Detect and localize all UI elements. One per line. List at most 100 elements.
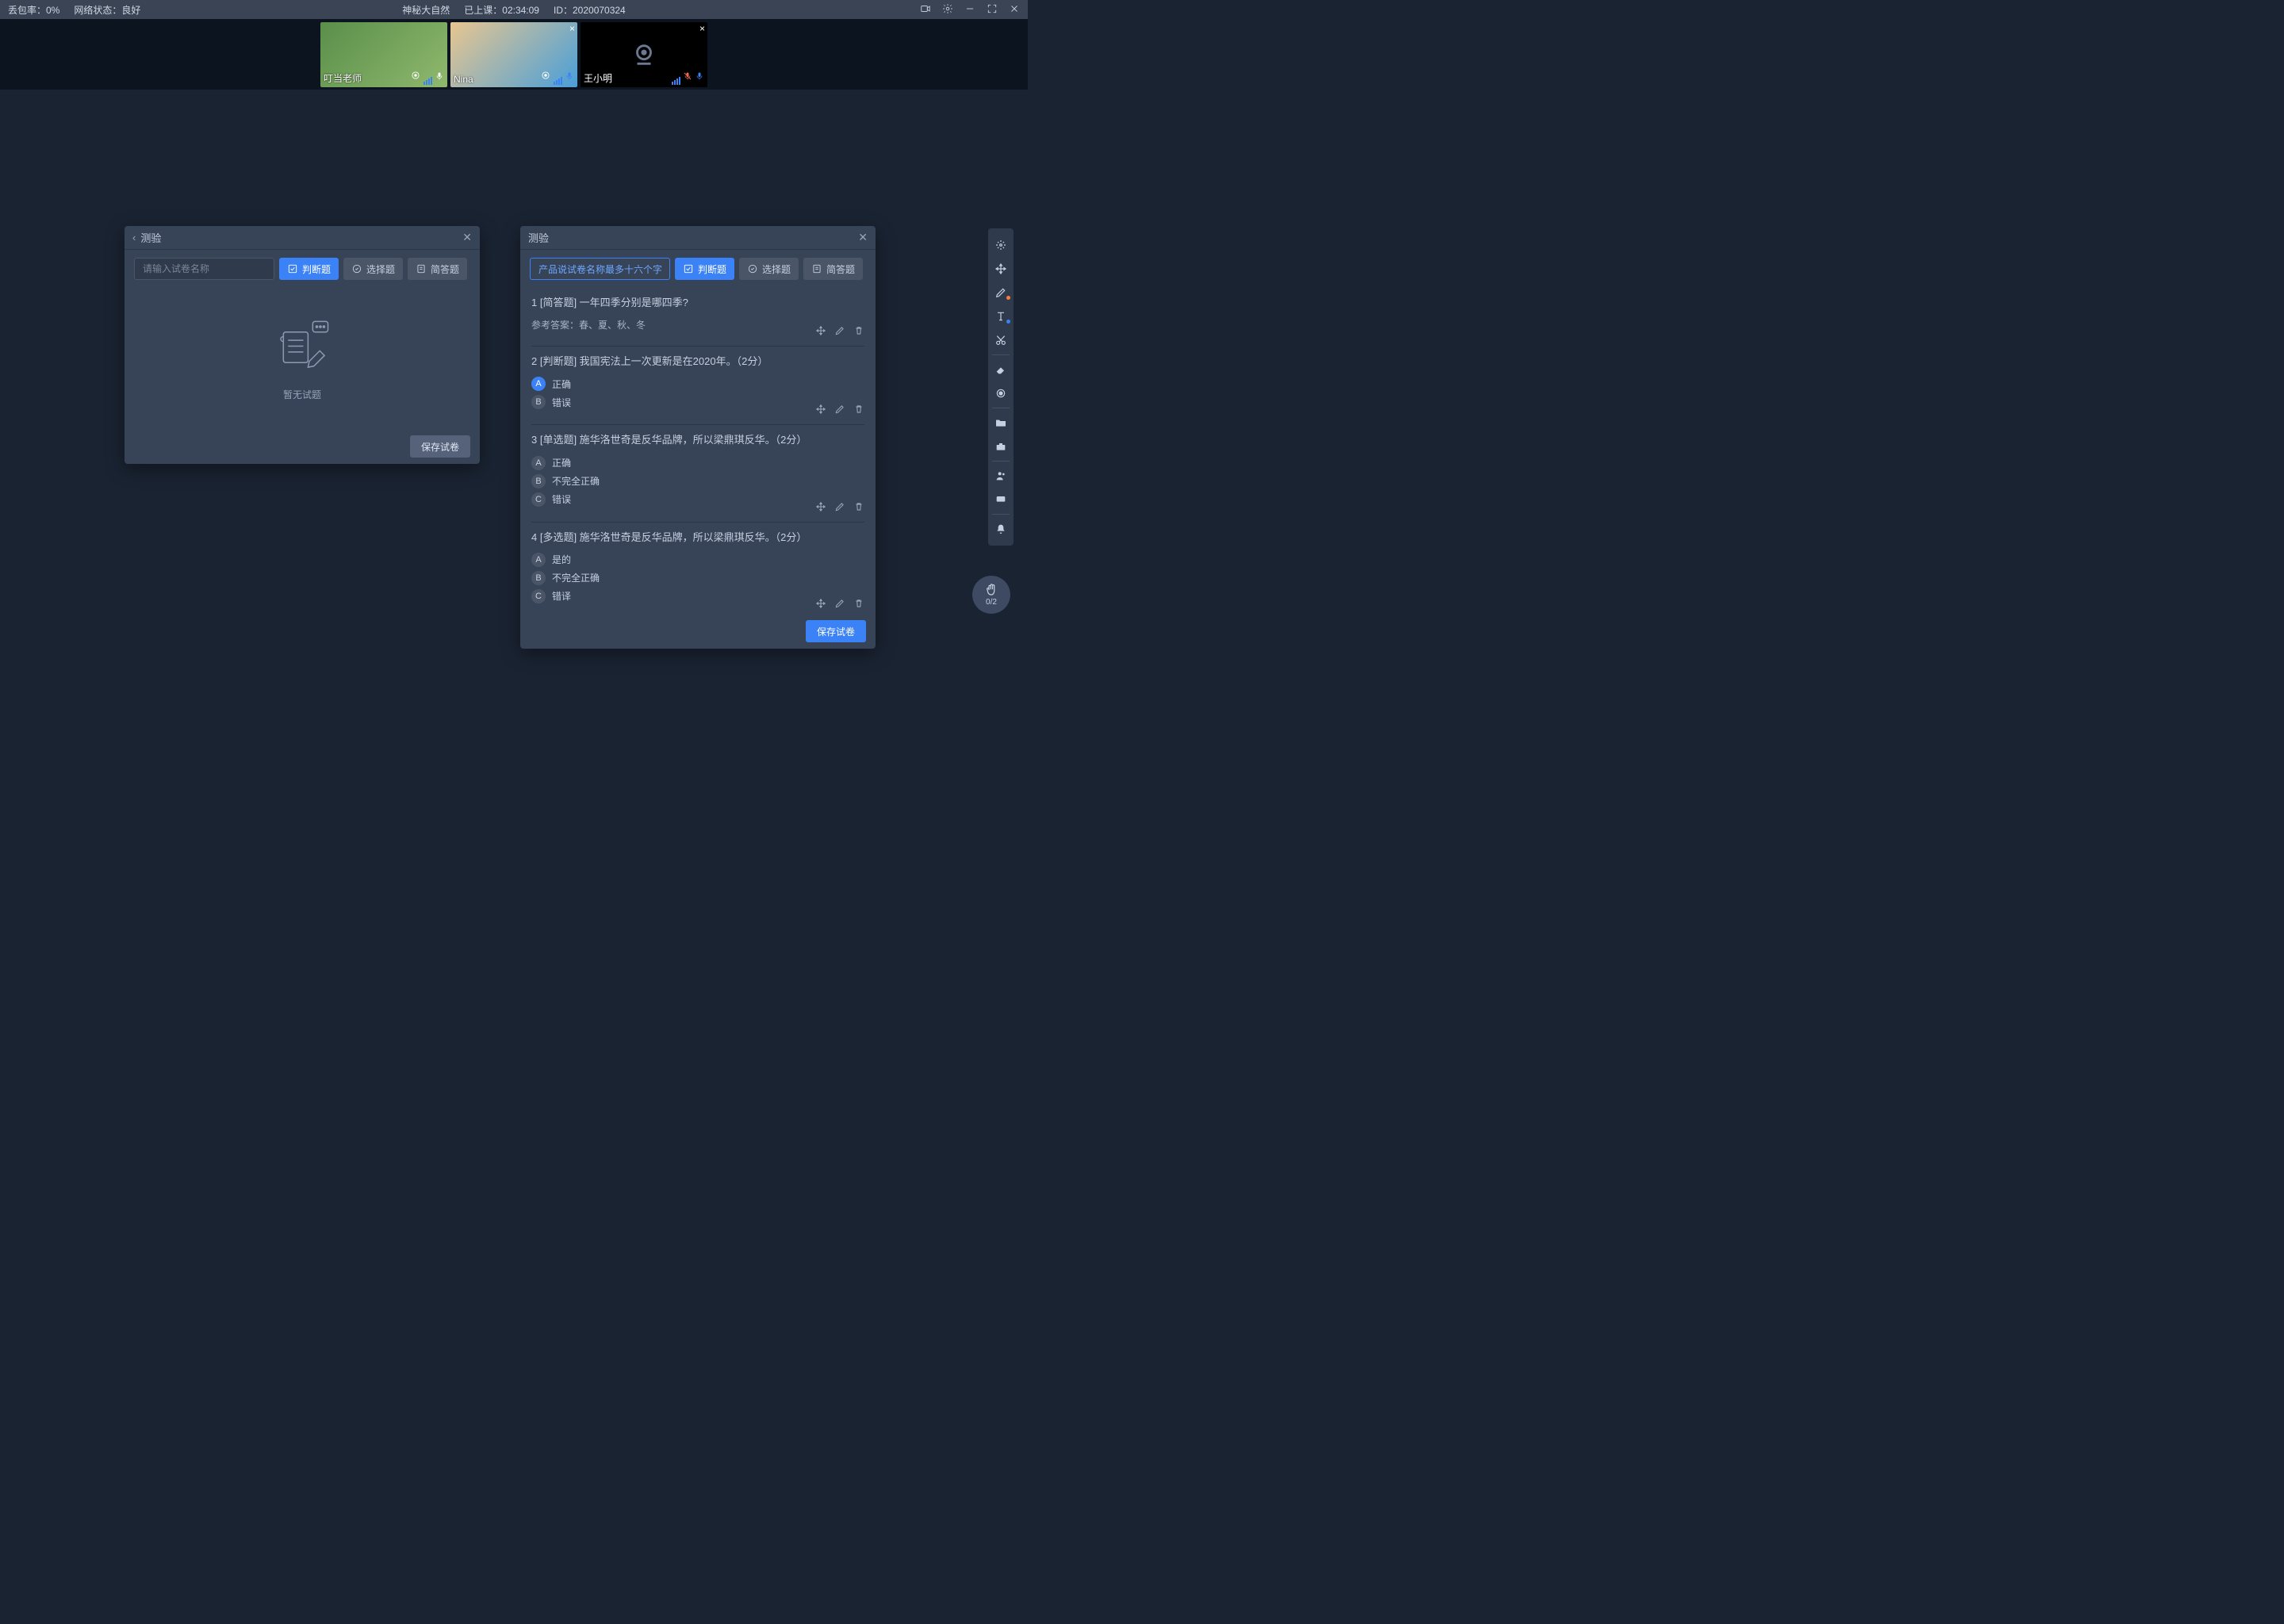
option-row[interactable]: A 正确 <box>531 377 864 391</box>
pointer-tool-icon[interactable] <box>988 233 1014 257</box>
raise-hand-count: 0/2 <box>986 598 997 607</box>
tab-short-button[interactable]: 简答题 <box>803 258 863 280</box>
participant-name: 叮当老师 <box>324 71 362 85</box>
tab-choice-button[interactable]: 选择题 <box>343 258 403 280</box>
close-icon[interactable]: ✕ <box>462 231 472 244</box>
settings-icon[interactable] <box>942 3 953 17</box>
option-row[interactable]: C 错译 <box>531 589 864 603</box>
move-icon[interactable] <box>815 598 826 609</box>
move-icon[interactable] <box>815 404 826 415</box>
edit-icon[interactable] <box>834 404 845 415</box>
question-actions <box>815 404 864 415</box>
class-duration: 已上课：02:34:09 <box>464 3 539 17</box>
option-row[interactable]: A 正确 <box>531 456 864 470</box>
question-item: 4 [多选题] 施华洛世奇是反华品牌，所以梁鼎琪反华。（2分） A 是的 B 不… <box>531 523 864 614</box>
edit-icon[interactable] <box>834 598 845 609</box>
eraser-tool-icon[interactable] <box>988 358 1014 381</box>
network-status-label: 网络状态：良好 <box>74 3 140 17</box>
packet-loss-label: 丢包率：0% <box>8 3 59 17</box>
signal-icon <box>423 77 432 85</box>
option-key: A <box>531 553 546 567</box>
tab-judge-button[interactable]: 判断题 <box>675 258 734 280</box>
close-icon[interactable]: ✕ <box>858 231 868 244</box>
folder-tool-icon[interactable] <box>988 411 1014 435</box>
record-icon[interactable] <box>920 3 931 17</box>
question-list[interactable]: 1 [简答题] 一年四季分别是哪四季? 参考答案：春、夏、秋、冬 2 [判断题]… <box>520 288 876 614</box>
option-key: A <box>531 377 546 391</box>
option-row[interactable]: B 不完全正确 <box>531 474 864 488</box>
quiz-title-input[interactable] <box>530 258 670 280</box>
option-label: 正确 <box>552 456 571 469</box>
save-quiz-button[interactable]: 保存试卷 <box>410 435 470 458</box>
mic-icon <box>435 71 444 85</box>
option-label: 错误 <box>552 396 571 409</box>
users-icon[interactable] <box>988 464 1014 488</box>
chat-icon[interactable] <box>988 488 1014 511</box>
question-actions <box>815 501 864 512</box>
move-tool-icon[interactable] <box>988 257 1014 281</box>
signal-icon <box>672 77 680 85</box>
option-label: 不完全正确 <box>552 474 600 488</box>
panel-title: 测验 <box>528 230 549 245</box>
pen-tool-icon[interactable] <box>988 281 1014 304</box>
quiz-panel-empty: ‹ 测验 ✕ 判断题 选择题 简答题 暂无试题 <box>125 226 480 464</box>
text-tool-icon[interactable] <box>988 304 1014 328</box>
option-key: C <box>531 492 546 507</box>
mic-icon <box>565 71 574 85</box>
tab-choice-button[interactable]: 选择题 <box>739 258 799 280</box>
video-tile-student[interactable]: × 王小明 <box>581 22 707 87</box>
toolbox-icon[interactable] <box>988 435 1014 458</box>
option-row[interactable]: B 不完全正确 <box>531 571 864 585</box>
delete-icon[interactable] <box>853 404 864 415</box>
class-id: ID：2020070324 <box>554 3 626 17</box>
mic-icon <box>695 71 704 85</box>
close-icon[interactable] <box>1009 3 1020 17</box>
option-label: 是的 <box>552 553 571 566</box>
cut-tool-icon[interactable] <box>988 328 1014 352</box>
participant-name: Nina <box>454 74 473 85</box>
option-row[interactable]: A 是的 <box>531 553 864 567</box>
panel-title: 测验 <box>140 230 161 245</box>
camera-icon <box>540 70 551 85</box>
tab-short-button[interactable]: 简答题 <box>408 258 467 280</box>
option-label: 正确 <box>552 377 571 391</box>
question-actions <box>815 598 864 609</box>
save-quiz-button[interactable]: 保存试卷 <box>806 620 866 642</box>
mic-off-icon <box>683 71 692 85</box>
tile-close-icon[interactable]: × <box>699 23 705 34</box>
move-icon[interactable] <box>815 325 826 336</box>
option-key: A <box>531 456 546 470</box>
option-key: B <box>531 571 546 585</box>
question-actions <box>815 325 864 336</box>
back-icon[interactable]: ‹ <box>132 232 136 243</box>
edit-icon[interactable] <box>834 325 845 336</box>
spotlight-tool-icon[interactable] <box>988 381 1014 405</box>
video-tile-student[interactable]: × Nina <box>450 22 577 87</box>
delete-icon[interactable] <box>853 325 864 336</box>
bell-icon[interactable] <box>988 517 1014 541</box>
tab-judge-button[interactable]: 判断题 <box>279 258 339 280</box>
option-row[interactable]: B 错误 <box>531 395 864 409</box>
raise-hand-button[interactable]: 0/2 <box>972 576 1010 614</box>
empty-illustration-icon <box>266 316 338 378</box>
participant-name: 王小明 <box>584 71 612 85</box>
quiz-panel-filled: 测验 ✕ 判断题 选择题 简答题 1 [简答题] 一年四季分别是哪四季? 参考答… <box>520 226 876 649</box>
option-key: B <box>531 474 546 488</box>
option-row[interactable]: C 错误 <box>531 492 864 507</box>
quiz-title-input[interactable] <box>134 258 274 280</box>
delete-icon[interactable] <box>853 501 864 512</box>
tile-close-icon[interactable]: × <box>569 23 575 34</box>
class-title: 神秘大自然 <box>402 3 450 17</box>
move-icon[interactable] <box>815 501 826 512</box>
option-key: C <box>531 589 546 603</box>
question-title: 3 [单选题] 施华洛世奇是反华品牌，所以梁鼎琪反华。（2分） <box>531 433 864 447</box>
minimize-icon[interactable] <box>964 3 975 17</box>
question-item: 2 [判断题] 我国宪法上一次更新是在2020年。（2分） A 正确 B 错误 <box>531 347 864 425</box>
delete-icon[interactable] <box>853 598 864 609</box>
video-tile-teacher[interactable]: 叮当老师 <box>320 22 447 87</box>
option-key: B <box>531 395 546 409</box>
top-status-bar: 丢包率：0% 网络状态：良好 神秘大自然 已上课：02:34:09 ID：202… <box>0 0 1028 19</box>
fullscreen-icon[interactable] <box>987 3 998 17</box>
edit-icon[interactable] <box>834 501 845 512</box>
empty-state: 暂无试题 <box>125 288 480 429</box>
